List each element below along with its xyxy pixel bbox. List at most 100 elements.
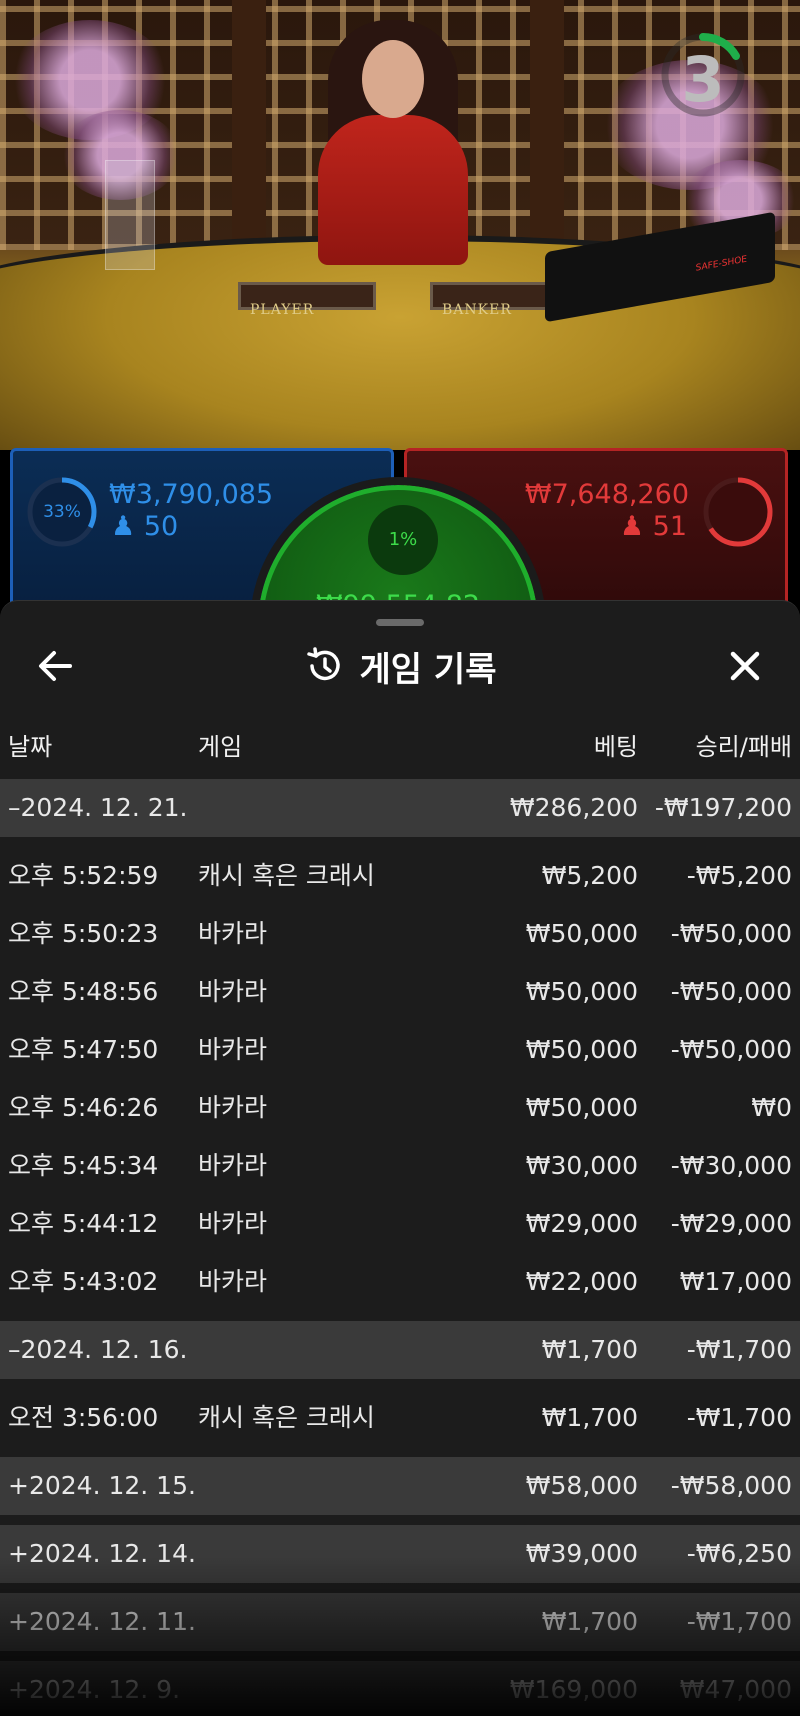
card-discard-box — [105, 160, 155, 270]
countdown-timer: 3 — [658, 30, 748, 120]
player-bettor-count-value: 50 — [143, 511, 179, 542]
row-game: 바카라 — [198, 1093, 268, 1122]
banker-bet-amount: ₩7,648,260 — [524, 479, 689, 510]
row-winloss: -₩1,700 — [686, 1607, 792, 1636]
date-group-row[interactable]: +2024. 12. 11. ₩1,700 -₩1,700 — [0, 1593, 800, 1651]
row-bet: ₩169,000 — [509, 1675, 638, 1704]
row-winloss: -₩5,200 — [686, 861, 792, 890]
row-bet: ₩50,000 — [525, 977, 638, 1006]
row-winloss: ₩17,000 — [679, 1267, 792, 1296]
history-row: 오후 5:44:12 바카라 ₩29,000 -₩29,000 — [0, 1195, 800, 1253]
history-row: 오전 3:56:00 캐시 혹은 크래시 ₩1,700 -₩1,700 — [0, 1389, 800, 1447]
pillar — [232, 0, 266, 260]
table-label-player: PLAYER — [250, 302, 315, 318]
row-winloss: -₩6,250 — [686, 1539, 792, 1568]
person-icon: ♟ — [619, 511, 645, 542]
history-row: 오후 5:47:50 바카라 ₩50,000 -₩50,000 — [0, 1021, 800, 1079]
row-winloss: -₩50,000 — [670, 977, 792, 1006]
row-date: +2024. 12. 15. — [8, 1471, 196, 1500]
pillar — [530, 0, 564, 260]
row-bet: ₩1,700 — [541, 1607, 638, 1636]
drag-handle[interactable] — [376, 619, 424, 626]
game-history-sheet: 게임 기록 날짜 게임 베팅 승리/패배 –2024. 12. 21. ₩286,… — [0, 600, 800, 1716]
row-date: –2024. 12. 21. — [8, 793, 188, 822]
row-game: 바카라 — [198, 1035, 268, 1064]
row-bet: ₩286,200 — [509, 793, 638, 822]
row-winloss: -₩58,000 — [670, 1471, 792, 1500]
player-percent: 33% — [43, 502, 81, 522]
history-row: 오후 5:43:02 바카라 ₩22,000 ₩17,000 — [0, 1253, 800, 1311]
table-header: 날짜 게임 베팅 승리/패배 — [0, 727, 800, 767]
row-bet: ₩58,000 — [525, 1471, 638, 1500]
row-date: 오후 5:48:56 — [8, 977, 159, 1006]
row-bet: ₩39,000 — [525, 1539, 638, 1568]
date-group-row[interactable]: +2024. 12. 9. ₩169,000 ₩47,000 — [0, 1661, 800, 1716]
banker-bettor-count: ♟ 51 — [620, 511, 687, 542]
date-group-row[interactable]: +2024. 12. 15. ₩58,000 -₩58,000 — [0, 1457, 800, 1515]
row-date: +2024. 12. 14. — [8, 1539, 196, 1568]
row-winloss: -₩50,000 — [670, 1035, 792, 1064]
row-date: 오후 5:52:59 — [8, 861, 159, 890]
row-bet: ₩22,000 — [525, 1267, 638, 1296]
row-winloss: ₩0 — [751, 1093, 792, 1122]
row-game: 캐시 혹은 크래시 — [198, 1403, 375, 1432]
row-winloss: -₩197,200 — [654, 793, 792, 822]
row-bet: ₩30,000 — [525, 1151, 638, 1180]
column-bet: 베팅 — [593, 733, 638, 761]
row-date: –2024. 12. 16. — [8, 1335, 188, 1364]
close-icon — [730, 651, 760, 681]
row-bet: ₩50,000 — [525, 1035, 638, 1064]
date-group-row[interactable]: –2024. 12. 16. ₩1,700 -₩1,700 — [0, 1321, 800, 1379]
row-date: 오전 3:56:00 — [8, 1403, 159, 1432]
history-table: –2024. 12. 21. ₩286,200 -₩197,200 오후 5:52:5… — [0, 779, 800, 1716]
banker-percent-ring — [703, 477, 773, 547]
history-row: 오후 5:45:34 바카라 ₩30,000 -₩30,000 — [0, 1137, 800, 1195]
close-button[interactable] — [720, 641, 770, 691]
row-date: 오후 5:44:12 — [8, 1209, 159, 1238]
sheet-header: 게임 기록 — [0, 641, 800, 691]
row-game: 캐시 혹은 크래시 — [198, 861, 375, 890]
player-bet-amount: ₩3,790,085 — [109, 479, 274, 510]
row-bet: ₩50,000 — [525, 1093, 638, 1122]
row-date: +2024. 12. 9. — [8, 1675, 181, 1704]
date-group-row[interactable]: +2024. 12. 14. ₩39,000 -₩6,250 — [0, 1525, 800, 1583]
row-winloss: -₩1,700 — [686, 1403, 792, 1432]
row-game: 바카라 — [198, 1209, 268, 1238]
row-date: 오후 5:45:34 — [8, 1151, 159, 1180]
banker-bettor-count-value: 51 — [652, 511, 687, 542]
history-row: 오후 5:48:56 바카라 ₩50,000 -₩50,000 — [0, 963, 800, 1021]
history-row: 오후 5:52:59 캐시 혹은 크래시 ₩5,200 -₩5,200 — [0, 847, 800, 905]
history-icon — [306, 647, 340, 681]
row-bet: ₩29,000 — [525, 1209, 638, 1238]
row-winloss: -₩30,000 — [670, 1151, 792, 1180]
row-date: 오후 5:43:02 — [8, 1267, 159, 1296]
row-winloss: -₩1,700 — [686, 1335, 792, 1364]
row-game: 바카라 — [198, 919, 268, 948]
row-date: +2024. 12. 11. — [8, 1607, 196, 1636]
row-bet: ₩50,000 — [525, 919, 638, 948]
person-icon: ♟ — [111, 511, 136, 542]
row-date: 오후 5:50:23 — [8, 919, 159, 948]
dealer-face — [362, 40, 424, 118]
shoe-brand: SAFE-SHOE — [695, 254, 747, 274]
timer-value: 3 — [681, 43, 725, 116]
player-bettor-count: ♟ 50 — [111, 511, 178, 542]
column-winloss: 승리/패배 — [695, 733, 792, 761]
row-winloss: -₩50,000 — [670, 919, 792, 948]
date-group-row[interactable]: –2024. 12. 21. ₩286,200 -₩197,200 — [0, 779, 800, 837]
row-game: 바카라 — [198, 1267, 268, 1296]
history-row: 오후 5:46:26 바카라 ₩50,000 ₩0 — [0, 1079, 800, 1137]
history-row: 오후 5:50:23 바카라 ₩50,000 -₩50,000 — [0, 905, 800, 963]
tie-percent: 1% — [368, 505, 438, 575]
table-label-banker: BANKER — [442, 302, 512, 318]
column-date: 날짜 — [8, 733, 53, 761]
row-winloss: -₩29,000 — [670, 1209, 792, 1238]
row-game: 바카라 — [198, 977, 268, 1006]
sheet-title: 게임 기록 — [359, 649, 497, 690]
row-bet: ₩1,700 — [541, 1403, 638, 1432]
column-game: 게임 — [198, 733, 243, 761]
row-game: 바카라 — [198, 1151, 268, 1180]
dealer-body — [318, 115, 468, 265]
row-bet: ₩1,700 — [541, 1335, 638, 1364]
row-winloss: ₩47,000 — [679, 1675, 792, 1704]
